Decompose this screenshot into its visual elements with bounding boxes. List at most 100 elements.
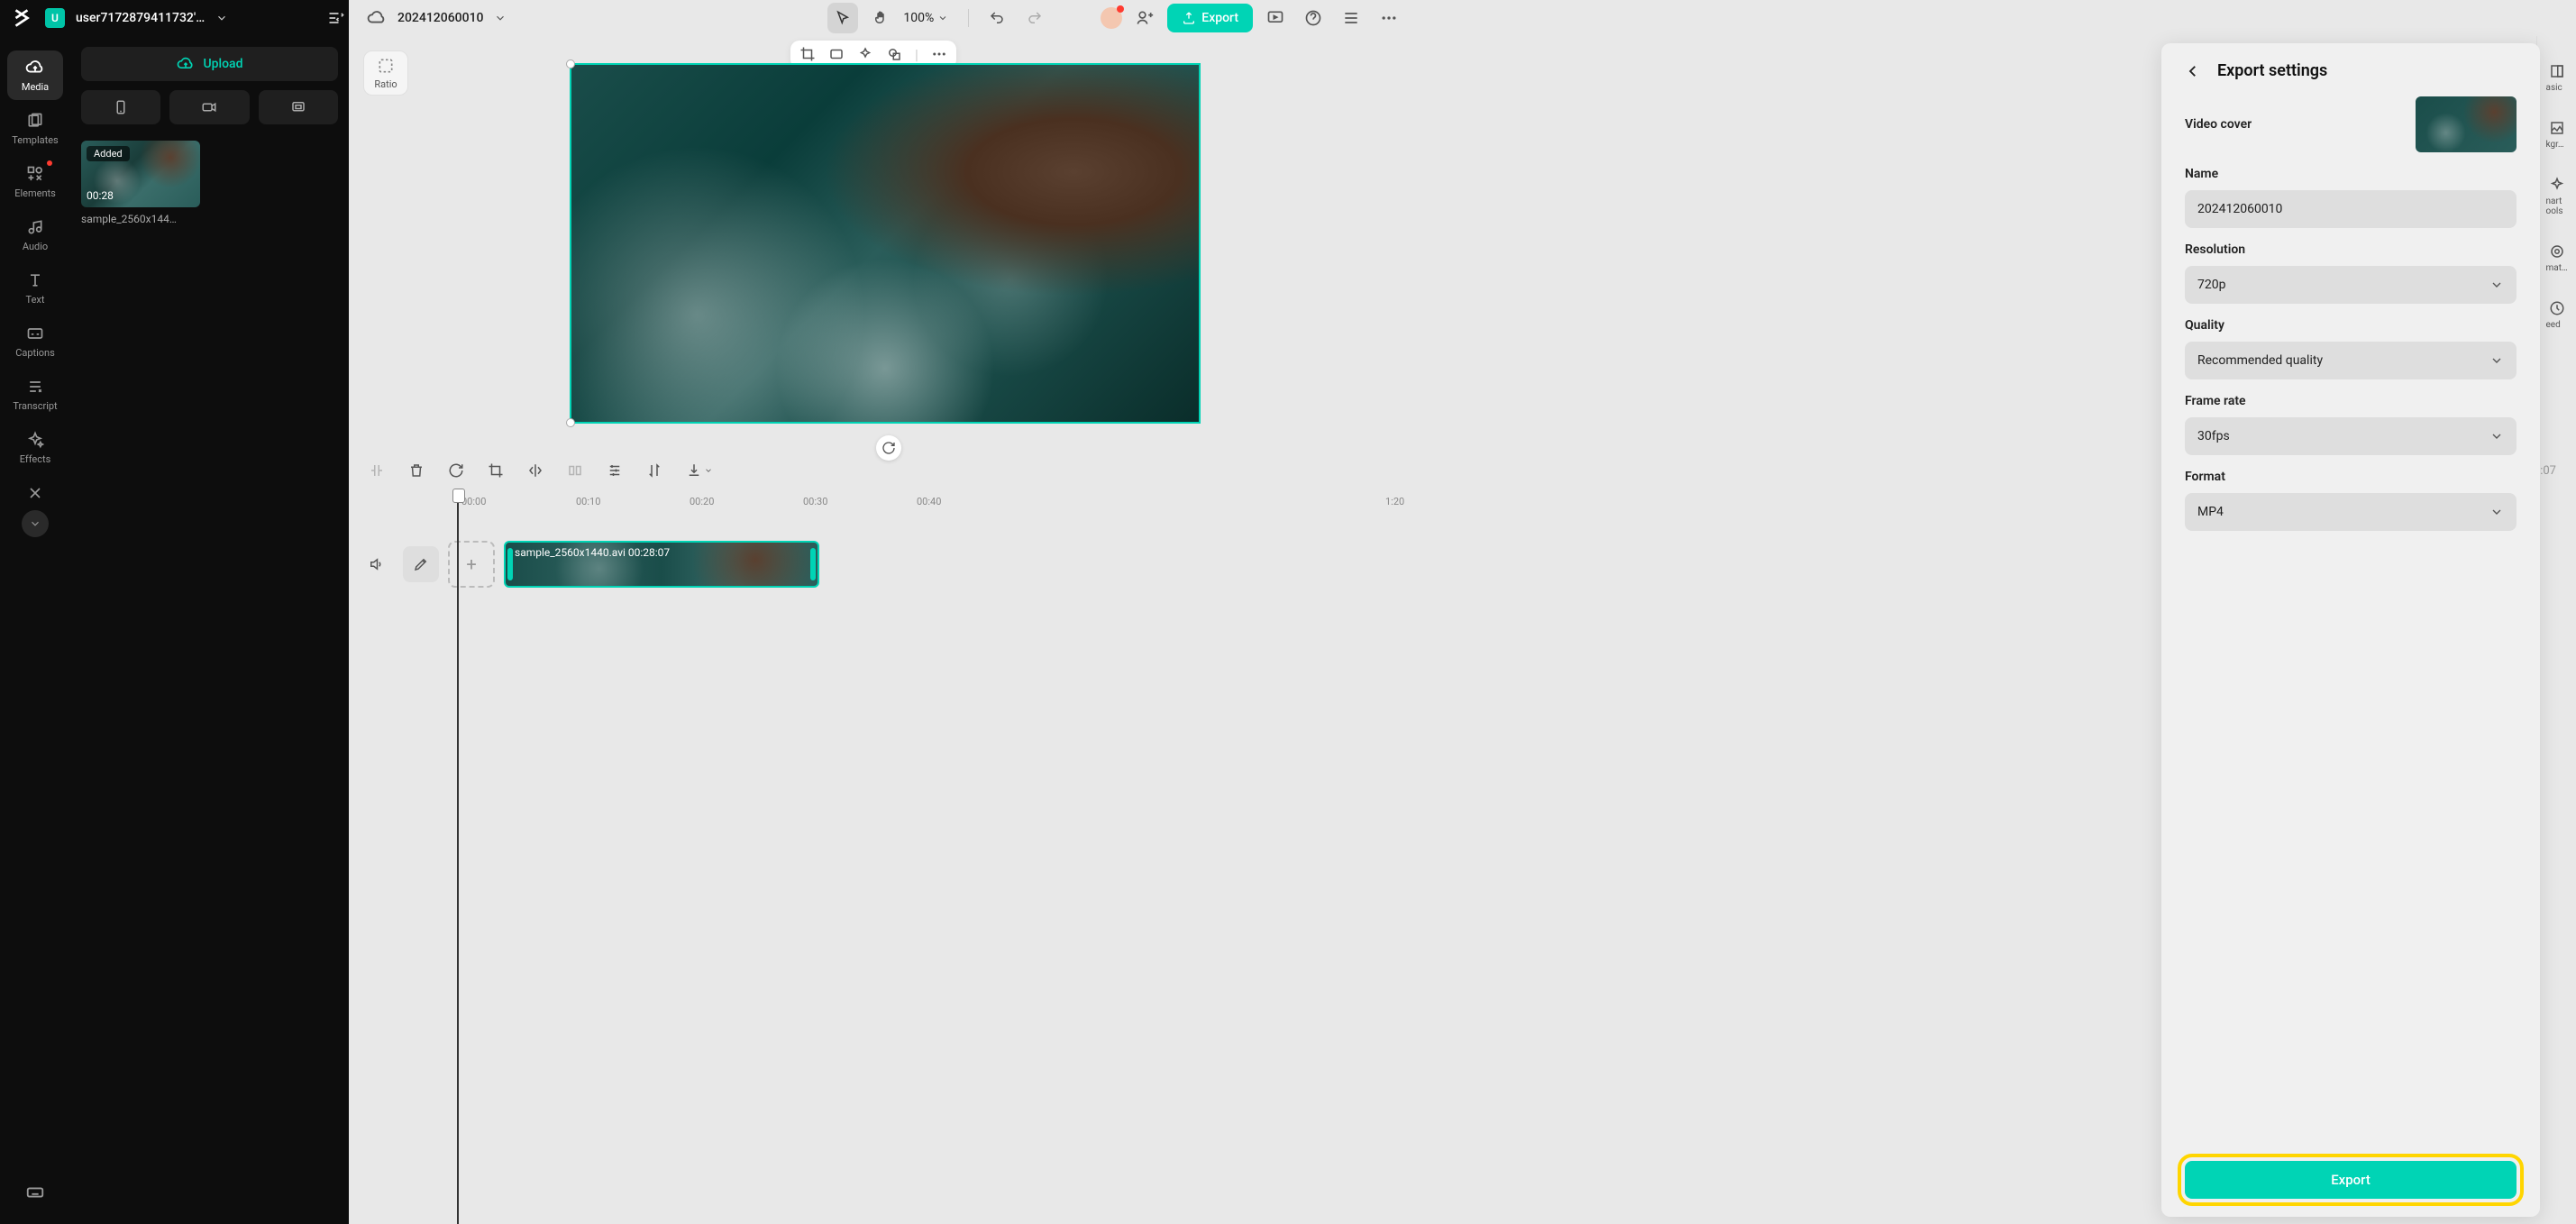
cloud-icon[interactable] <box>367 8 387 28</box>
export-name-row: Name <box>2185 167 2517 228</box>
device-camera-button[interactable] <box>169 90 249 124</box>
refresh-icon[interactable] <box>448 462 464 479</box>
export-button-label: Export <box>1201 11 1238 25</box>
project-name[interactable]: 202412060010 <box>397 11 483 25</box>
crop-tool-icon[interactable] <box>488 462 504 479</box>
rail-elements[interactable]: Elements <box>7 157 63 206</box>
download-icon[interactable] <box>686 462 713 479</box>
app-logo[interactable] <box>9 5 34 31</box>
zoom-level[interactable]: 100% <box>903 11 948 25</box>
export-confirm-label: Export <box>2331 1172 2370 1188</box>
rail-transcript[interactable]: Transcript <box>7 370 63 419</box>
export-resolution-select[interactable]: 720p <box>2185 266 2517 304</box>
export-confirm-button[interactable]: Export <box>2185 1161 2517 1199</box>
export-framerate-select[interactable]: 30fps <box>2185 417 2517 455</box>
playhead[interactable] <box>457 490 459 1224</box>
reorder-icon[interactable] <box>646 462 662 479</box>
back-icon[interactable] <box>2185 63 2201 79</box>
rr-smart[interactable]: nart ools <box>2539 177 2575 216</box>
chevron-down-icon[interactable] <box>215 12 228 24</box>
export-quality-select[interactable]: Recommended quality <box>2185 342 2517 379</box>
export-cover-thumb[interactable] <box>2416 96 2517 152</box>
export-format-select[interactable]: MP4 <box>2185 493 2517 531</box>
ratio-button[interactable]: Ratio <box>363 50 408 96</box>
resize-handle-bl[interactable] <box>566 418 575 427</box>
add-user-button[interactable] <box>1129 3 1160 33</box>
thumbnail-duration: 00:28 <box>87 189 114 202</box>
delete-icon[interactable] <box>408 462 425 479</box>
add-track-button[interactable]: + <box>448 541 495 588</box>
split-left-icon[interactable] <box>369 462 385 479</box>
timeline-clip[interactable]: sample_2560x1440.avi 00:28:07 <box>504 541 819 588</box>
user-avatar[interactable]: U <box>45 8 65 28</box>
preview-frame[interactable] <box>570 63 1201 424</box>
split-icon[interactable] <box>567 462 583 479</box>
rail-captions[interactable]: Captions <box>7 316 63 366</box>
track-audio-toggle[interactable] <box>358 546 394 582</box>
rail-label: Captions <box>15 347 55 359</box>
select-value: Recommended quality <box>2197 353 2323 368</box>
rail-effects[interactable]: Effects <box>7 423 63 472</box>
thumbnail-name: sample_2560x144… <box>81 213 200 225</box>
resize-handle-tl[interactable] <box>566 59 575 69</box>
track-edit-toggle[interactable] <box>403 546 439 582</box>
clip-handle-right[interactable] <box>810 548 816 580</box>
topbar-center: 202412060010 <box>349 8 827 28</box>
pointer-tool[interactable] <box>827 3 858 33</box>
stack-icon[interactable] <box>1336 3 1366 33</box>
select-value: 30fps <box>2197 429 2230 443</box>
effects-small-icon[interactable] <box>857 46 873 63</box>
device-phone-button[interactable] <box>81 90 160 124</box>
export-cover-label: Video cover <box>2185 117 2252 132</box>
zoom-value: 100% <box>903 11 934 25</box>
ruler-tick: 00:40 <box>917 496 941 507</box>
export-cover-row: Video cover <box>2185 96 2517 152</box>
captions-icon <box>25 324 45 343</box>
transcript-icon <box>25 377 45 397</box>
user-avatar-small[interactable] <box>1101 7 1122 29</box>
ruler-tick: 00:00 <box>461 496 486 507</box>
mirror-icon[interactable] <box>527 462 544 479</box>
export-format-row: Format MP4 <box>2185 470 2517 531</box>
rail-label: Media <box>22 81 49 93</box>
rr-basic[interactable]: asic <box>2539 63 2575 93</box>
help-icon[interactable] <box>1298 3 1329 33</box>
mask-icon[interactable] <box>828 46 845 63</box>
media-thumbnail[interactable]: Added 00:28 sample_2560x144… <box>81 141 200 225</box>
crop-icon[interactable] <box>799 46 816 63</box>
export-button[interactable]: Export <box>1167 4 1253 32</box>
clip-handle-left[interactable] <box>507 548 513 580</box>
rr-speed[interactable]: eed <box>2539 300 2575 330</box>
present-icon[interactable] <box>1260 3 1291 33</box>
effects-icon <box>25 430 45 450</box>
rail-text[interactable]: Text <box>7 263 63 313</box>
added-tag: Added <box>87 146 130 161</box>
export-name-input[interactable] <box>2185 190 2517 228</box>
adjustments-icon[interactable] <box>607 462 623 479</box>
rail-media[interactable]: Media <box>7 50 63 100</box>
device-row <box>81 90 338 124</box>
more-icon[interactable] <box>1374 3 1404 33</box>
settings-sliders-icon[interactable] <box>324 5 349 31</box>
device-screen-button[interactable] <box>259 90 338 124</box>
cutout-icon[interactable] <box>886 46 902 63</box>
rail-more[interactable] <box>22 510 49 537</box>
topbar: U user7172879411732'… 202412060010 100% <box>0 0 1413 36</box>
select-value: MP4 <box>2197 505 2224 519</box>
rr-background[interactable]: kgr… <box>2539 120 2575 150</box>
rail-keyboard[interactable] <box>7 1175 63 1210</box>
export-framerate-label: Frame rate <box>2185 394 2517 408</box>
rail-audio[interactable]: Audio <box>7 210 63 260</box>
username[interactable]: user7172879411732'… <box>76 11 205 25</box>
rail-transitions[interactable] <box>7 476 63 503</box>
chevron-down-icon[interactable] <box>494 12 507 24</box>
rail-templates[interactable]: Templates <box>7 104 63 153</box>
undo-button[interactable] <box>982 3 1012 33</box>
rail-label: Templates <box>12 134 58 146</box>
rr-animate[interactable]: mat… <box>2539 243 2575 273</box>
redo-button[interactable] <box>1019 3 1050 33</box>
hand-tool[interactable] <box>865 3 896 33</box>
upload-button[interactable]: Upload <box>81 47 338 81</box>
more-small-icon[interactable] <box>931 46 947 63</box>
rail-label: Text <box>26 294 45 306</box>
